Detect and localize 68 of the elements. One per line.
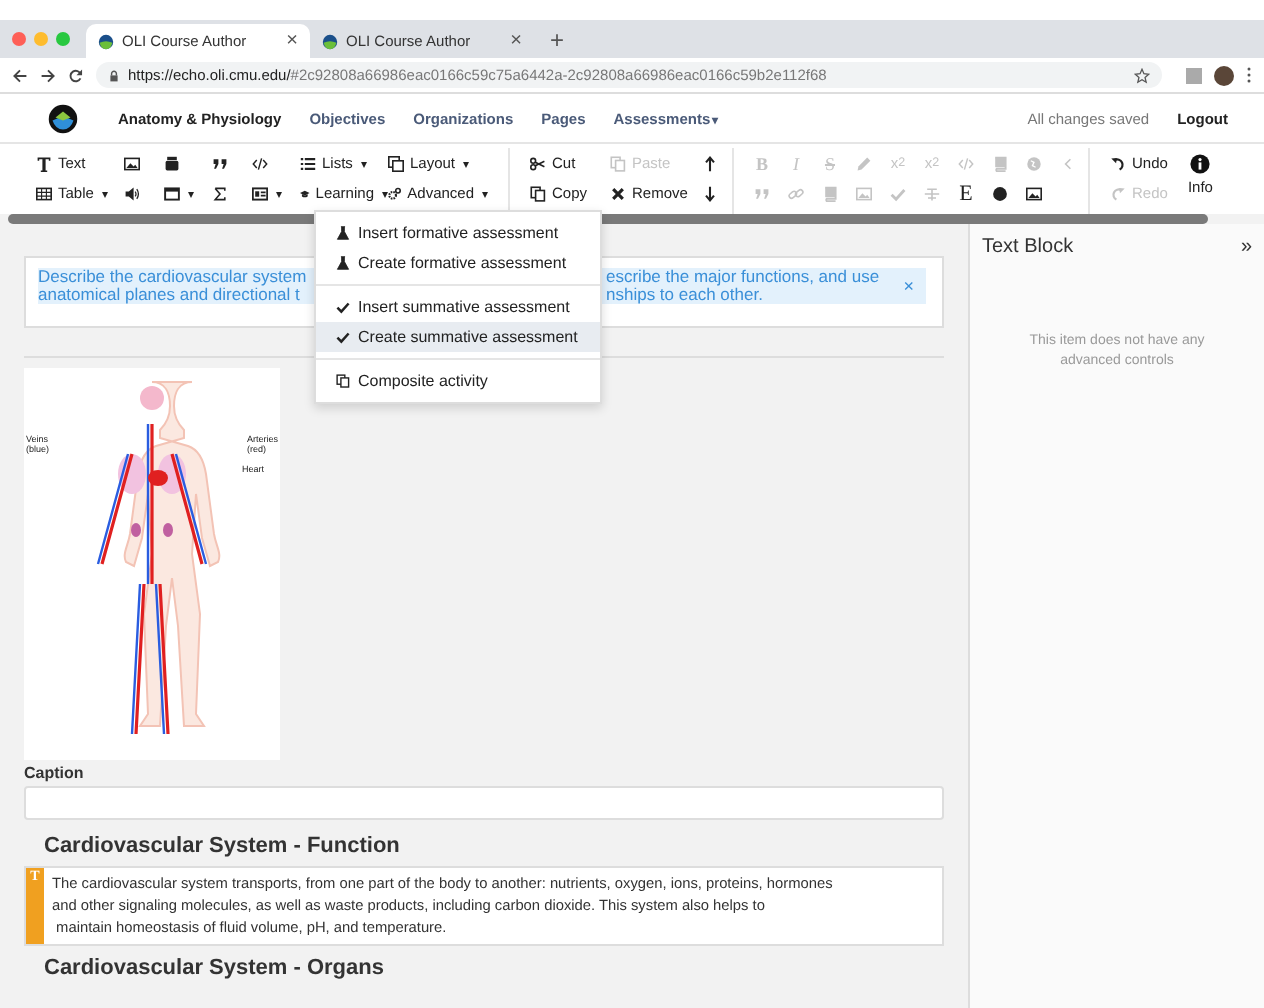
code-icon (958, 155, 974, 171)
strikethrough-icon (924, 185, 940, 201)
speaker-icon (124, 185, 140, 201)
menu-item[interactable]: Insert formative assessment (316, 218, 600, 248)
code-icon (252, 155, 268, 171)
caption-field[interactable] (24, 786, 944, 820)
check-icon (336, 330, 350, 344)
globe-logo-icon (322, 33, 338, 49)
link-icon (788, 185, 804, 201)
scissors-icon (530, 155, 546, 171)
undo-icon (1110, 155, 1126, 171)
image-icon (856, 185, 872, 201)
reload-icon[interactable] (68, 67, 84, 83)
info-icon (1190, 154, 1211, 174)
chevron-left-icon (1060, 155, 1076, 171)
section-heading[interactable]: Cardiovascular System - Organs (44, 956, 944, 980)
arrow-up-icon (702, 155, 718, 171)
collapse-button[interactable]: » (1240, 235, 1252, 257)
copy-icon (530, 185, 546, 201)
close-icon (610, 185, 626, 201)
redo-icon (1110, 185, 1126, 201)
table-icon (36, 185, 52, 201)
globe-icon (1026, 155, 1042, 171)
tab-close-button[interactable]: × (510, 30, 522, 52)
format-button[interactable] (1022, 185, 1046, 201)
logo-icon[interactable] (48, 103, 78, 133)
tab-close-button[interactable]: × (286, 30, 298, 52)
layout-icon (388, 155, 404, 171)
menu-icon[interactable] (1246, 66, 1252, 84)
section-heading[interactable]: Cardiovascular System - Function (44, 834, 944, 858)
menu-item[interactable]: Composite activity (316, 366, 600, 396)
panel-title: Text Block (982, 235, 1074, 257)
gears-icon (388, 185, 402, 201)
pencil-icon (856, 155, 872, 171)
format-button[interactable] (988, 185, 1012, 201)
copy-icon (336, 374, 350, 388)
sigma-icon (212, 185, 228, 201)
check-icon (336, 300, 350, 314)
format-button[interactable]: E (954, 181, 978, 205)
flask-icon (336, 256, 350, 270)
menu-item[interactable]: Create formative assessment (316, 248, 600, 278)
menu-item[interactable]: Insert summative assessment (316, 292, 600, 322)
avatar[interactable] (1214, 65, 1234, 85)
window-icon (164, 185, 180, 201)
text-icon (36, 155, 52, 171)
new-tab-button[interactable]: + (550, 25, 565, 53)
list-icon (300, 155, 316, 171)
star-icon[interactable] (1134, 67, 1150, 83)
menu-item[interactable]: Create summative assessment (316, 322, 600, 352)
copy-icon (610, 155, 626, 171)
book-icon (822, 185, 838, 201)
quote-icon (212, 155, 228, 171)
arrow-down-icon (702, 185, 718, 201)
caption-label: Caption (24, 764, 86, 782)
circle-icon (992, 185, 1008, 201)
image-icon (124, 155, 140, 171)
lock-icon (108, 69, 120, 81)
forward-icon[interactable] (40, 67, 56, 83)
card-icon (252, 185, 268, 201)
book-icon (992, 155, 1008, 171)
quote-icon (754, 185, 770, 201)
back-icon[interactable] (12, 67, 28, 83)
graduation-cap-icon (300, 185, 310, 201)
globe-logo-icon (98, 33, 114, 49)
flask-icon (336, 226, 350, 240)
check-icon (890, 185, 906, 201)
image-icon (1026, 185, 1042, 201)
video-icon (164, 155, 180, 171)
